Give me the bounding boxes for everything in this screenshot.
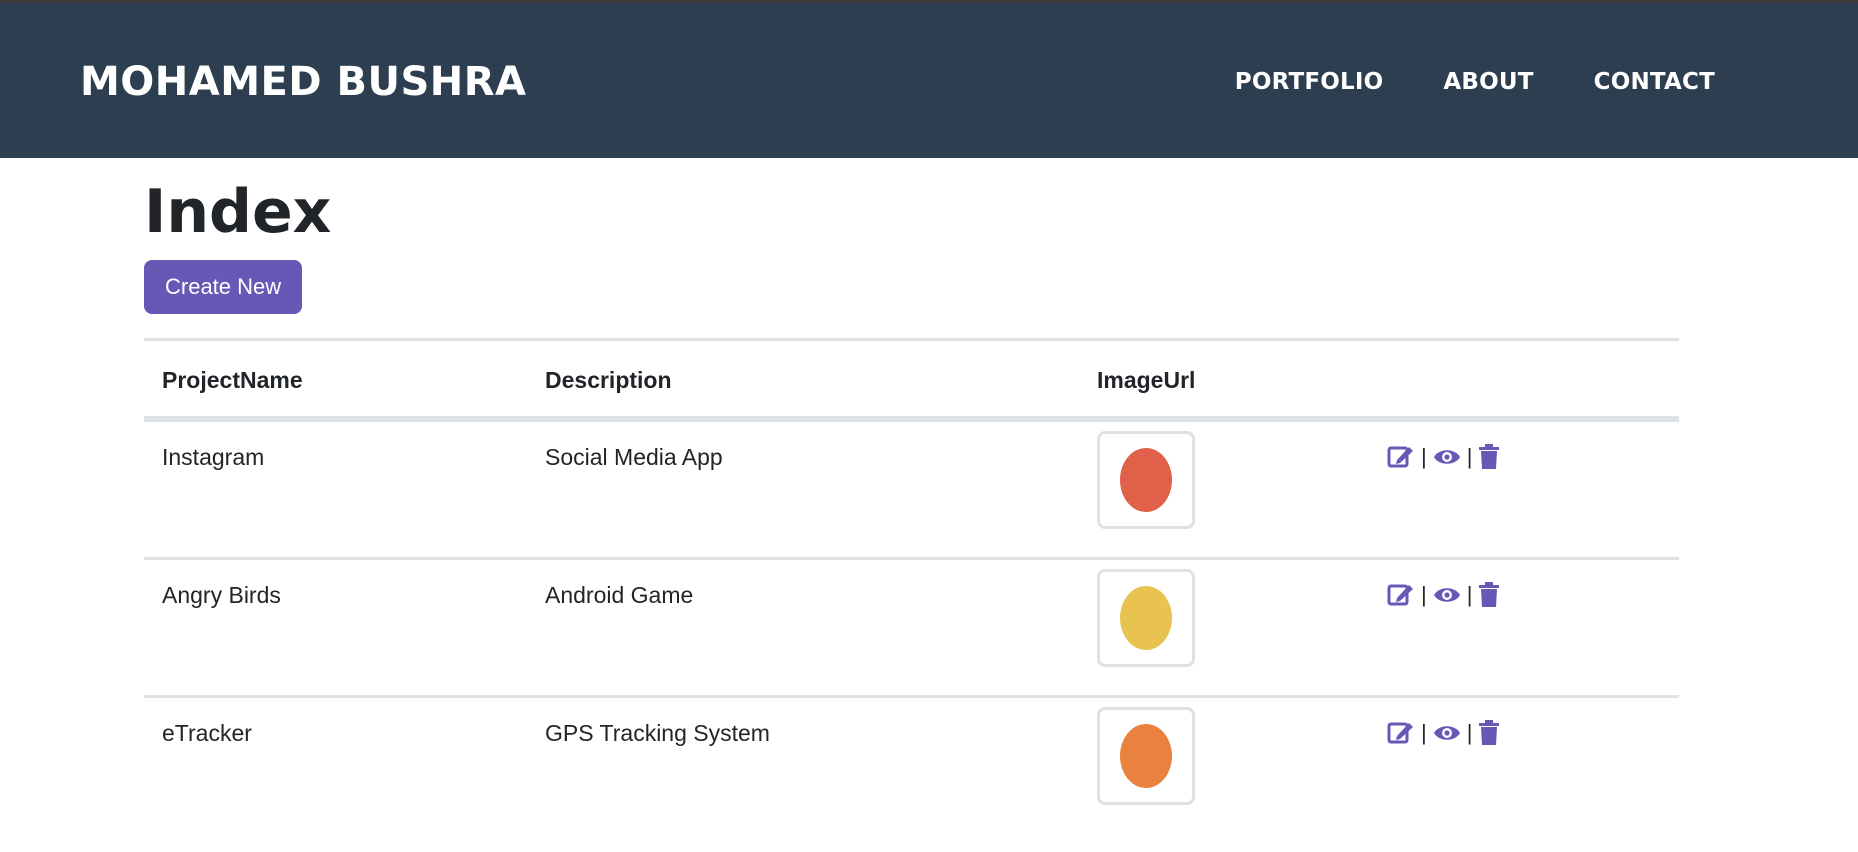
create-new-button[interactable]: Create New xyxy=(144,260,303,314)
nav-links: PORTFOLIO ABOUT CONTACT xyxy=(1175,69,1715,95)
project-thumbnail xyxy=(1097,707,1195,805)
table-row: Instagram Social Media App | | xyxy=(144,419,1679,560)
project-name-cell: Angry Birds xyxy=(144,558,527,698)
projects-table: ProjectName Description ImageUrl Instagr… xyxy=(144,338,1679,833)
action-separator: | xyxy=(1421,720,1427,745)
actions-cell: | | xyxy=(1369,697,1679,834)
column-header-actions xyxy=(1369,338,1679,422)
edit-icon[interactable] xyxy=(1387,720,1415,746)
table-row: eTracker GPS Tracking System | | xyxy=(144,697,1679,834)
view-icon[interactable] xyxy=(1433,723,1461,743)
table-header-row: ProjectName Description ImageUrl xyxy=(144,338,1679,422)
trash-icon[interactable] xyxy=(1478,720,1500,746)
edit-icon[interactable] xyxy=(1387,444,1415,470)
trash-icon[interactable] xyxy=(1478,582,1500,608)
image-cell xyxy=(1079,419,1369,560)
action-separator: | xyxy=(1421,444,1427,469)
nav-portfolio-link[interactable]: PORTFOLIO xyxy=(1235,69,1384,95)
view-icon[interactable] xyxy=(1433,585,1461,605)
image-cell xyxy=(1079,697,1369,834)
view-icon[interactable] xyxy=(1433,447,1461,467)
actions-cell: | | xyxy=(1369,419,1679,560)
project-name-cell: eTracker xyxy=(162,720,252,746)
action-separator: | xyxy=(1466,582,1473,607)
page-title: Index xyxy=(144,177,332,247)
trash-icon[interactable] xyxy=(1478,444,1500,470)
action-separator: | xyxy=(1466,444,1473,469)
navbar: MOHAMED BUSHRA PORTFOLIO ABOUT CONTACT xyxy=(0,3,1858,158)
edit-icon[interactable] xyxy=(1387,582,1415,608)
project-thumbnail xyxy=(1097,569,1195,667)
action-separator: | xyxy=(1466,720,1473,745)
action-separator: | xyxy=(1421,582,1427,607)
image-cell xyxy=(1079,558,1369,698)
description-cell: Android Game xyxy=(527,558,1079,698)
nav-about-link[interactable]: ABOUT xyxy=(1443,69,1533,95)
nav-contact-link[interactable]: CONTACT xyxy=(1594,69,1715,95)
column-header-description: Description xyxy=(527,338,1079,422)
brand-link[interactable]: MOHAMED BUSHRA xyxy=(80,59,527,105)
actions-cell: | | xyxy=(1369,558,1679,698)
column-header-projectname: ProjectName xyxy=(144,338,527,422)
table-row: Angry Birds Android Game | | xyxy=(144,558,1679,698)
project-name-cell: Instagram xyxy=(144,419,527,560)
description-cell: GPS Tracking System xyxy=(545,720,770,746)
project-thumbnail xyxy=(1097,431,1195,529)
column-header-imageurl: ImageUrl xyxy=(1079,338,1369,422)
main-content: Index Create New ProjectName Description… xyxy=(144,158,1679,833)
description-cell: Social Media App xyxy=(527,419,1079,560)
